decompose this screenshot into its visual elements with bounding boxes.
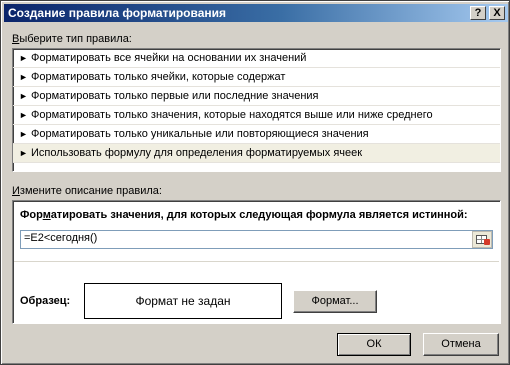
arrow-right-icon: ►: [19, 91, 28, 101]
rule-description-panel: Форматировать значения, для которых след…: [12, 200, 501, 324]
cancel-button[interactable]: Отмена: [423, 333, 499, 356]
close-button[interactable]: X: [489, 6, 505, 20]
ok-button[interactable]: ОК: [337, 333, 411, 356]
formula-input[interactable]: =E2<сегодня(): [20, 230, 493, 249]
rule-type-label: Выберите тип правила:: [12, 33, 132, 45]
range-select-button[interactable]: [472, 231, 492, 248]
help-button[interactable]: ?: [470, 6, 486, 20]
arrow-right-icon: ►: [19, 72, 28, 82]
rule-type-item[interactable]: ► Форматировать только значения, которые …: [13, 106, 500, 125]
rule-type-list[interactable]: ► Форматировать все ячейки на основании и…: [12, 48, 501, 172]
title-bar[interactable]: Создание правила форматирования ? X: [4, 4, 508, 22]
rule-type-item[interactable]: ► Форматировать только первые или последн…: [13, 87, 500, 106]
rule-type-item-selected[interactable]: ► Использовать формулу для определения фо…: [13, 144, 500, 163]
arrow-right-icon: ►: [19, 129, 28, 139]
arrow-right-icon: ►: [19, 53, 28, 63]
dialog-title: Создание правила форматирования: [8, 6, 227, 20]
formula-caption: Форматировать значения, для которых след…: [20, 209, 468, 221]
range-arrow-icon: [484, 239, 490, 245]
dialog-window: Создание правила форматирования ? X Выбе…: [0, 0, 510, 365]
divider: [14, 261, 499, 262]
sample-label: Образец:: [20, 295, 71, 307]
rule-type-item[interactable]: ► Форматировать все ячейки на основании и…: [13, 49, 500, 68]
format-preview: Формат не задан: [84, 283, 282, 319]
rule-type-item[interactable]: ► Форматировать только ячейки, которые со…: [13, 68, 500, 87]
arrow-right-icon: ►: [19, 148, 28, 158]
rule-description-label: Измените описание правила:: [12, 185, 162, 197]
rule-type-item[interactable]: ► Форматировать только уникальные или пов…: [13, 125, 500, 144]
format-button[interactable]: Формат...: [293, 290, 377, 313]
arrow-right-icon: ►: [19, 110, 28, 120]
